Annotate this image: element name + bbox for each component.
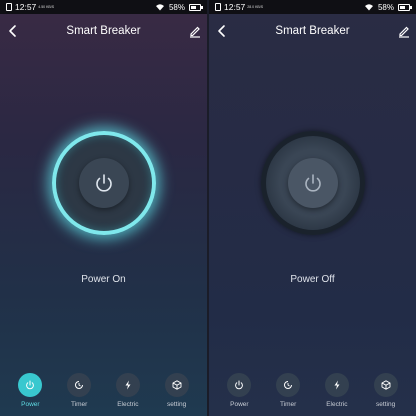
tab-label: Timer	[279, 401, 297, 408]
tab-bar: Power Timer Electric setting	[209, 373, 416, 408]
tab-label: Power	[230, 401, 249, 408]
timer-icon	[75, 381, 84, 389]
status-bar: 12:57 28.0 KB/S 58%	[209, 0, 416, 14]
battery-percent: 58%	[168, 2, 185, 12]
power-icon	[95, 174, 112, 192]
power-icon	[26, 380, 35, 390]
tab-label: setting	[167, 401, 187, 408]
app-header: Smart Breaker	[0, 22, 207, 40]
cube-icon	[381, 380, 391, 390]
battery-icon	[189, 3, 203, 11]
power-icon	[304, 174, 321, 192]
tab-electric[interactable]: Electric	[106, 373, 150, 408]
wifi-icon	[155, 4, 164, 11]
power-knob[interactable]	[51, 131, 156, 235]
power-knob[interactable]	[260, 131, 365, 235]
tab-timer[interactable]: Timer	[57, 373, 101, 408]
power-status-text: Power On	[81, 274, 126, 285]
battery-fill	[400, 5, 405, 9]
status-time: 12:57	[224, 2, 246, 12]
page-title: Smart Breaker	[66, 25, 141, 37]
tab-label: Electric	[117, 401, 139, 408]
status-time: 12:57	[15, 2, 37, 12]
status-bar: 12:57 4.50 KB/S 58%	[0, 0, 207, 14]
tab-power[interactable]: Power	[217, 373, 261, 408]
network-speed: 4.50 KB/S	[38, 5, 55, 9]
tab-setting[interactable]: setting	[155, 373, 199, 408]
tab-label: Power	[21, 401, 40, 408]
sim-icon	[6, 3, 12, 11]
tab-setting[interactable]: setting	[364, 373, 408, 408]
cube-icon	[172, 380, 182, 390]
power-status-text: Power Off	[290, 274, 335, 285]
sim-icon	[215, 3, 221, 11]
screen-power-on: 12:57 4.50 KB/S 58% Smart Breaker Power …	[0, 0, 207, 416]
screenshot-pair: 12:57 4.50 KB/S 58% Smart Breaker Power …	[0, 0, 416, 416]
edit-icon[interactable]	[188, 24, 201, 38]
power-icon	[235, 380, 244, 390]
battery-fill	[191, 5, 196, 9]
power-knob-wrap	[51, 131, 156, 235]
timer-icon	[284, 381, 293, 389]
power-knob-wrap	[260, 131, 365, 235]
edit-icon[interactable]	[397, 24, 410, 38]
tab-label: Timer	[70, 401, 88, 408]
power-button[interactable]	[287, 158, 338, 208]
wifi-icon	[364, 4, 373, 11]
tab-label: Electric	[326, 401, 348, 408]
bolt-icon	[125, 380, 131, 390]
screen-power-off: 12:57 28.0 KB/S 58% Smart Breaker Power …	[209, 0, 416, 416]
page-title: Smart Breaker	[275, 25, 350, 37]
tab-power[interactable]: Power	[8, 373, 52, 408]
battery-icon	[398, 3, 412, 11]
app-header: Smart Breaker	[209, 22, 416, 40]
tab-electric[interactable]: Electric	[315, 373, 359, 408]
tab-timer[interactable]: Timer	[266, 373, 310, 408]
bolt-icon	[334, 380, 340, 390]
power-button[interactable]	[78, 158, 129, 208]
network-speed: 28.0 KB/S	[247, 5, 264, 9]
tab-bar: Power Timer Electric setting	[0, 373, 207, 408]
back-icon[interactable]	[7, 24, 19, 38]
tab-label: setting	[376, 401, 396, 408]
back-icon[interactable]	[216, 24, 228, 38]
battery-percent: 58%	[377, 2, 394, 12]
